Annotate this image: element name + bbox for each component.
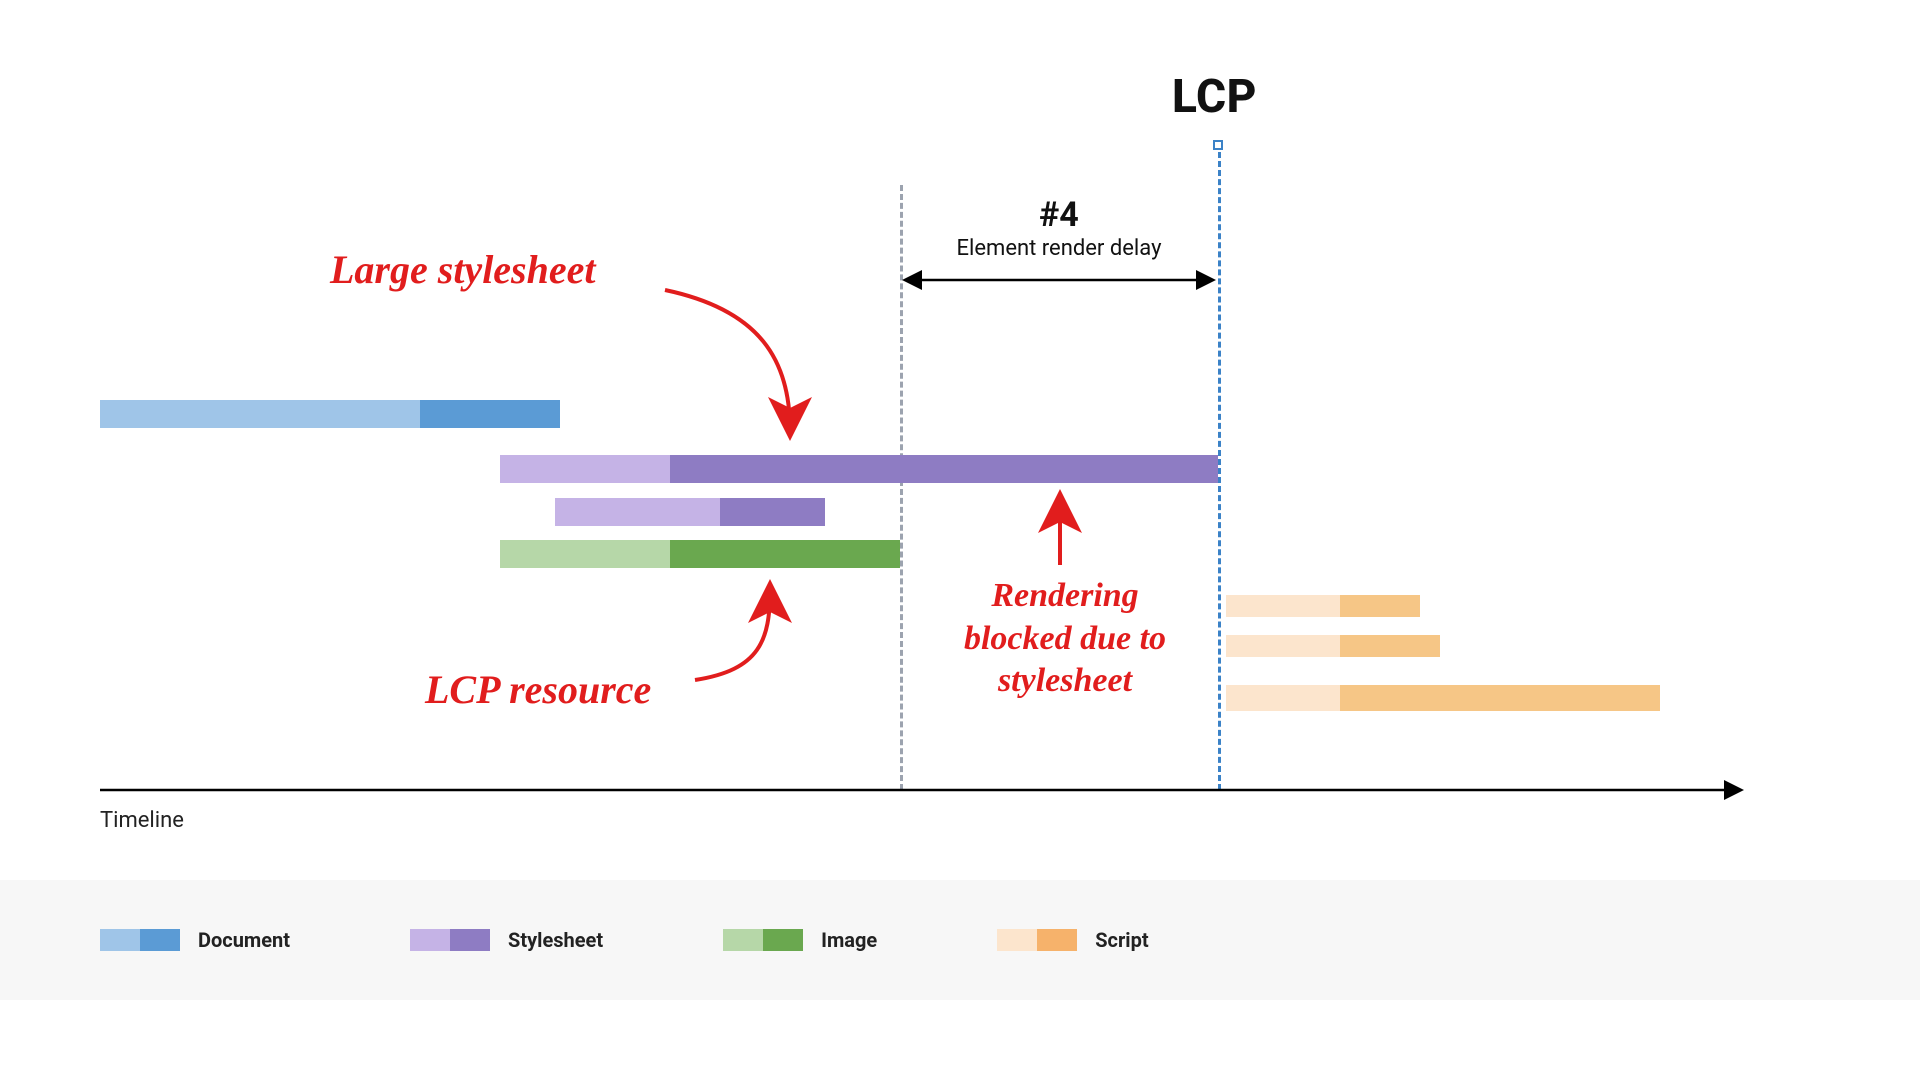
phase-subtitle: Element render delay [900,236,1218,261]
annot-large-stylesheet: Large stylesheet [330,245,596,295]
legend-stylesheet-label: Stylesheet [508,928,603,952]
bar-script-3 [1226,685,1660,711]
annot-lcp-resource: LCP resource [425,665,651,715]
legend-document: Document [100,928,290,952]
bar-image-lcp [500,540,900,568]
legend-script: Script [997,928,1148,952]
legend-image-label: Image [821,928,877,952]
bar-script-2 [1226,635,1440,657]
swatch-stylesheet-icon [410,929,490,951]
legend-script-label: Script [1095,928,1148,952]
bar-stylesheet-large [500,455,1218,483]
swatch-document-icon [100,929,180,951]
swatch-script-icon [997,929,1077,951]
bar-document [100,400,560,428]
arrow-lcp-resource [695,590,770,680]
phase-title: #4 [900,195,1218,235]
legend-stylesheet: Stylesheet [410,928,603,952]
annot-blocked-l1: Rendering [991,577,1138,614]
legend-image: Image [723,928,877,952]
diagram-stage: LCP #4 Element render delay Large styles… [0,0,1920,1080]
annot-blocked-l3: stylesheet [998,662,1132,699]
annot-blocked: Rendering blocked due to stylesheet [945,575,1185,703]
bar-stylesheet-small [555,498,825,526]
arrow-large-stylesheet [665,290,790,430]
dash-line-gray [900,185,903,790]
lcp-marker-icon [1213,140,1223,150]
annot-blocked-l2: blocked due to [964,620,1166,657]
swatch-image-icon [723,929,803,951]
bar-script-1 [1226,595,1420,617]
axis-label: Timeline [100,808,184,833]
legend: Document Stylesheet Image Script [0,880,1920,1000]
dash-line-blue [1218,152,1221,790]
lcp-label: LCP [1172,70,1257,124]
legend-document-label: Document [198,928,290,952]
